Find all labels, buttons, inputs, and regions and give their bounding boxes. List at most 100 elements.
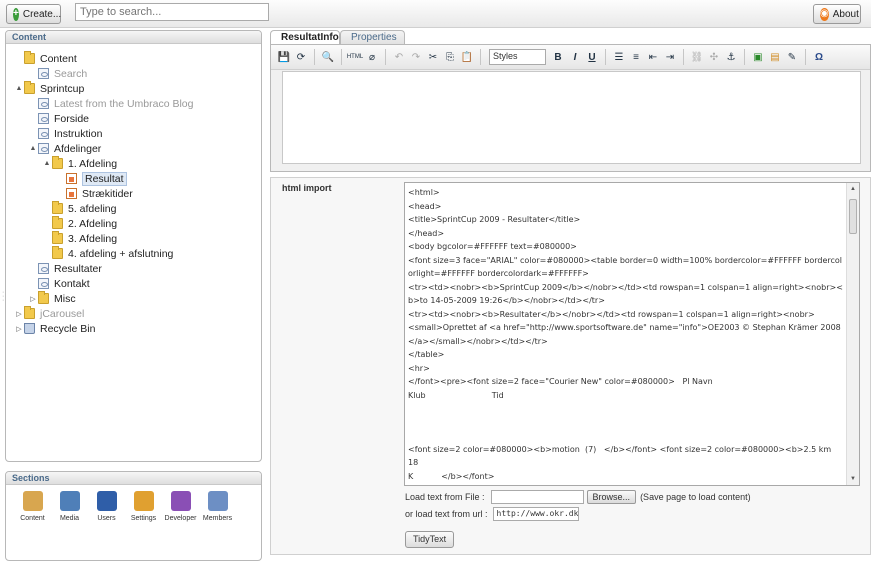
folder-icon xyxy=(52,231,63,244)
section-users[interactable]: Users xyxy=(88,491,125,522)
splitter-handle[interactable]: · · · xyxy=(2,289,5,305)
section-content[interactable]: Content xyxy=(14,491,51,522)
bold-icon[interactable]: B xyxy=(551,50,565,64)
tree-item[interactable]: ▷ Misc xyxy=(28,291,76,306)
folder-icon xyxy=(24,306,35,319)
unlink-icon[interactable]: ✣ xyxy=(707,50,721,64)
redo-icon[interactable]: ↷ xyxy=(409,50,423,64)
styles-select[interactable]: Styles xyxy=(489,49,546,65)
scroll-up-icon[interactable]: ▲ xyxy=(847,183,859,195)
tree-item[interactable]: Content xyxy=(14,51,77,66)
toolbar-separator xyxy=(341,49,342,65)
expand-arrow-icon[interactable]: ▲ xyxy=(28,145,38,152)
html-import-textarea[interactable]: <html> <head> <title>SprintCup 2009 - Resu… xyxy=(404,182,860,486)
save-icon[interactable]: 💾 xyxy=(277,50,291,64)
url-input[interactable]: http://www.okr.dk/i xyxy=(492,507,579,521)
link-icon[interactable]: ⛓ xyxy=(690,50,704,64)
tree-item-label: Sprintcup xyxy=(40,82,85,95)
italic-icon[interactable]: I xyxy=(568,50,582,64)
code-line: </table> xyxy=(408,350,445,359)
textarea-scrollbar[interactable]: ▲ ▼ xyxy=(846,183,859,485)
tree-item[interactable]: ▲ Sprintcup xyxy=(14,81,84,96)
undo-icon[interactable]: ↶ xyxy=(392,50,406,64)
expand-arrow-icon[interactable]: ▷ xyxy=(14,325,24,333)
browse-button[interactable]: Browse... xyxy=(586,490,637,504)
tree-item[interactable]: ▷ Recycle Bin xyxy=(14,321,95,336)
tree-item[interactable]: Instruktion xyxy=(28,126,102,141)
numbered-list-icon[interactable]: ≡ xyxy=(629,50,643,64)
load-file-row: Load text from File : Browse... (Save pa… xyxy=(405,490,751,504)
tree-item-label: 2. Afdeling xyxy=(68,217,118,230)
bullet-list-icon[interactable]: ☰ xyxy=(612,50,626,64)
tab-resultatinfo[interactable]: ResultatInfo xyxy=(270,30,340,45)
expand-arrow-icon[interactable]: ▷ xyxy=(28,295,38,303)
tree-item[interactable]: Resultat xyxy=(56,171,127,186)
tree-item[interactable]: Search xyxy=(28,66,87,81)
scroll-down-icon[interactable]: ▼ xyxy=(847,473,859,485)
toolbar-separator xyxy=(605,49,606,65)
cleanup-icon[interactable]: ⌀ xyxy=(365,50,379,64)
tree-item-label: Content xyxy=(40,52,77,65)
insert-image-icon[interactable]: ▣ xyxy=(751,50,765,64)
tree-item-label: jCarousel xyxy=(40,307,85,320)
about-label: About xyxy=(832,8,859,20)
settings-icon xyxy=(133,491,154,511)
section-media[interactable]: Media xyxy=(51,491,88,522)
expand-arrow-icon[interactable]: ▲ xyxy=(14,85,24,92)
toolbar-separator xyxy=(480,49,481,65)
file-input[interactable] xyxy=(490,490,584,504)
content-panel-header: Content xyxy=(6,31,261,44)
folder-icon xyxy=(52,156,63,169)
folder-icon xyxy=(24,81,35,94)
tree-item[interactable]: ▲ 1. Afdeling xyxy=(42,156,117,171)
code-line: K </b></font> xyxy=(408,471,495,481)
insert-macro-icon[interactable]: ▤ xyxy=(768,50,782,64)
tree-item[interactable]: ▲ Afdelinger xyxy=(28,141,102,156)
expand-arrow-icon[interactable]: ▲ xyxy=(42,160,52,167)
section-developer[interactable]: Developer xyxy=(162,491,199,522)
outdent-icon[interactable]: ⇤ xyxy=(646,50,660,64)
about-button[interactable]: ◉ About xyxy=(813,4,861,24)
section-members[interactable]: Members xyxy=(199,491,236,522)
tree-item[interactable]: 4. afdeling + afslutning xyxy=(42,246,173,261)
tidy-text-button[interactable]: TidyText xyxy=(405,531,455,548)
tree-item-label: Instruktion xyxy=(54,127,103,140)
result-icon xyxy=(66,173,77,184)
tree-item[interactable]: 5. afdeling xyxy=(42,201,116,216)
editor-content-area[interactable] xyxy=(282,71,861,164)
tree-item[interactable]: Strækitider xyxy=(56,186,133,201)
tab-properties[interactable]: Properties xyxy=(340,30,405,45)
copy-icon[interactable]: ⎘ xyxy=(443,50,457,64)
tree-item[interactable]: Forside xyxy=(28,111,89,126)
tree-item[interactable]: ▷ jCarousel xyxy=(14,306,84,321)
scroll-thumb[interactable] xyxy=(849,199,857,234)
insert-form-icon[interactable]: ✎ xyxy=(785,50,799,64)
tree-item[interactable]: Latest from the Umbraco Blog xyxy=(28,96,193,111)
expand-arrow-icon[interactable]: ▷ xyxy=(14,310,24,318)
cut-icon[interactable]: ✂ xyxy=(426,50,440,64)
tree-item-label: 5. afdeling xyxy=(68,202,117,215)
indent-icon[interactable]: ⇥ xyxy=(663,50,677,64)
special-char-icon[interactable]: Ω xyxy=(812,50,826,64)
search-input[interactable] xyxy=(75,3,269,21)
create-button[interactable]: + Create... xyxy=(6,4,61,24)
tree-item-label: Search xyxy=(54,67,88,80)
section-settings[interactable]: Settings xyxy=(125,491,162,522)
sections-list: Content Media Users Settings Developer Member… xyxy=(6,485,261,522)
tree-item[interactable]: 3. Afdeling xyxy=(42,231,117,246)
save-publish-icon[interactable]: ⟳ xyxy=(294,50,308,64)
preview-icon[interactable]: 🔍 xyxy=(321,50,335,64)
save-hint: (Save page to load content) xyxy=(640,492,751,502)
paste-icon[interactable]: 📋 xyxy=(460,50,474,64)
load-url-row: or load text from url : http://www.okr.d… xyxy=(405,507,579,521)
underline-icon[interactable]: U xyxy=(585,50,599,64)
html-source-icon[interactable]: HTML xyxy=(347,50,363,64)
toolbar-separator xyxy=(314,49,315,65)
toolbar-separator xyxy=(744,49,745,65)
anchor-icon[interactable]: ⚓ xyxy=(724,50,738,64)
tree-item[interactable]: 2. Afdeling xyxy=(42,216,117,231)
tree-item[interactable]: Resultater xyxy=(28,261,102,276)
tree-item[interactable]: Kontakt xyxy=(28,276,90,291)
recycle-bin-icon xyxy=(24,323,35,334)
document-icon xyxy=(38,143,49,154)
